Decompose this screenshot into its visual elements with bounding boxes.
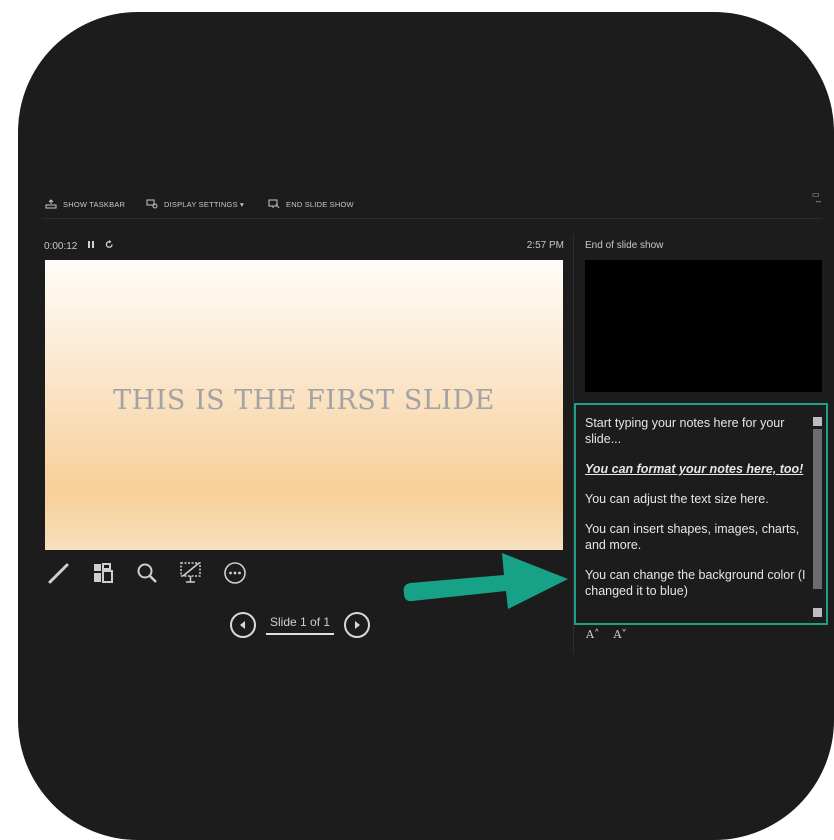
- display-settings-label: DISPLAY SETTINGS ▾: [164, 199, 245, 209]
- restore-button[interactable]: ▭: [812, 190, 820, 199]
- increase-font-size-button[interactable]: A˄: [586, 628, 599, 641]
- notes-scrollbar[interactable]: [813, 417, 822, 617]
- end-show-icon: [268, 199, 280, 209]
- clock: 2:57 PM: [526, 240, 564, 251]
- presenter-tools: [46, 560, 248, 586]
- current-slide[interactable]: THIS IS THE FIRST SLIDE: [45, 260, 563, 550]
- annotation-arrow: [403, 553, 568, 609]
- black-screen-icon[interactable]: [178, 560, 204, 586]
- notes-text[interactable]: Start typing your notes here for your sl…: [585, 415, 807, 613]
- notes-font-size-controls: A˄ A˅: [586, 628, 627, 641]
- previous-slide-button[interactable]: [230, 612, 256, 638]
- more-options-icon[interactable]: [222, 560, 248, 586]
- scroll-up-button[interactable]: [813, 417, 822, 426]
- notes-paragraph: Start typing your notes here for your sl…: [585, 416, 785, 446]
- display-settings-button[interactable]: DISPLAY SETTINGS ▾: [146, 199, 244, 209]
- end-slide-show-button[interactable]: END SLIDE SHOW: [268, 199, 354, 209]
- slides-grid-icon[interactable]: [90, 560, 116, 586]
- slide-title: THIS IS THE FIRST SLIDE: [113, 384, 495, 416]
- next-slide-preview[interactable]: [585, 260, 822, 392]
- show-taskbar-button[interactable]: SHOW TASKBAR: [45, 199, 125, 209]
- pen-icon[interactable]: [46, 560, 72, 586]
- chevron-left-icon: [240, 621, 245, 629]
- notes-pane[interactable]: Start typing your notes here for your sl…: [574, 403, 828, 625]
- taskbar-icon: [45, 199, 57, 209]
- notes-paragraph-formatted: You can format your notes here, too!: [585, 462, 804, 476]
- end-slide-show-label: END SLIDE SHOW: [286, 199, 354, 209]
- chevron-right-icon: [355, 621, 361, 629]
- decrease-font-size-button[interactable]: A˅: [613, 628, 626, 641]
- pause-icon[interactable]: [87, 240, 95, 252]
- notes-paragraph: You can insert shapes, images, charts, a…: [585, 522, 800, 552]
- next-slide-title: End of slide show: [585, 240, 664, 251]
- scroll-down-button[interactable]: [813, 608, 822, 617]
- notes-paragraph: You can adjust the text size here.: [585, 492, 769, 506]
- next-slide-button[interactable]: [344, 612, 371, 638]
- display-settings-icon: [146, 199, 158, 209]
- zoom-icon[interactable]: [134, 560, 160, 586]
- elapsed-time: 0:00:12: [44, 240, 78, 252]
- timer-area: 0:00:12: [44, 240, 114, 252]
- slide-navigation: Slide 1 of 1: [230, 612, 371, 638]
- scroll-thumb[interactable]: [813, 429, 822, 589]
- slide-counter[interactable]: Slide 1 of 1: [266, 615, 335, 635]
- show-taskbar-label: SHOW TASKBAR: [63, 199, 126, 209]
- notes-paragraph: You can change the background color (I c…: [585, 568, 806, 598]
- presenter-toolbar: SHOW TASKBAR DISPLAY SETTINGS ▾ END SLID…: [42, 196, 822, 219]
- restart-timer-icon[interactable]: [105, 240, 114, 252]
